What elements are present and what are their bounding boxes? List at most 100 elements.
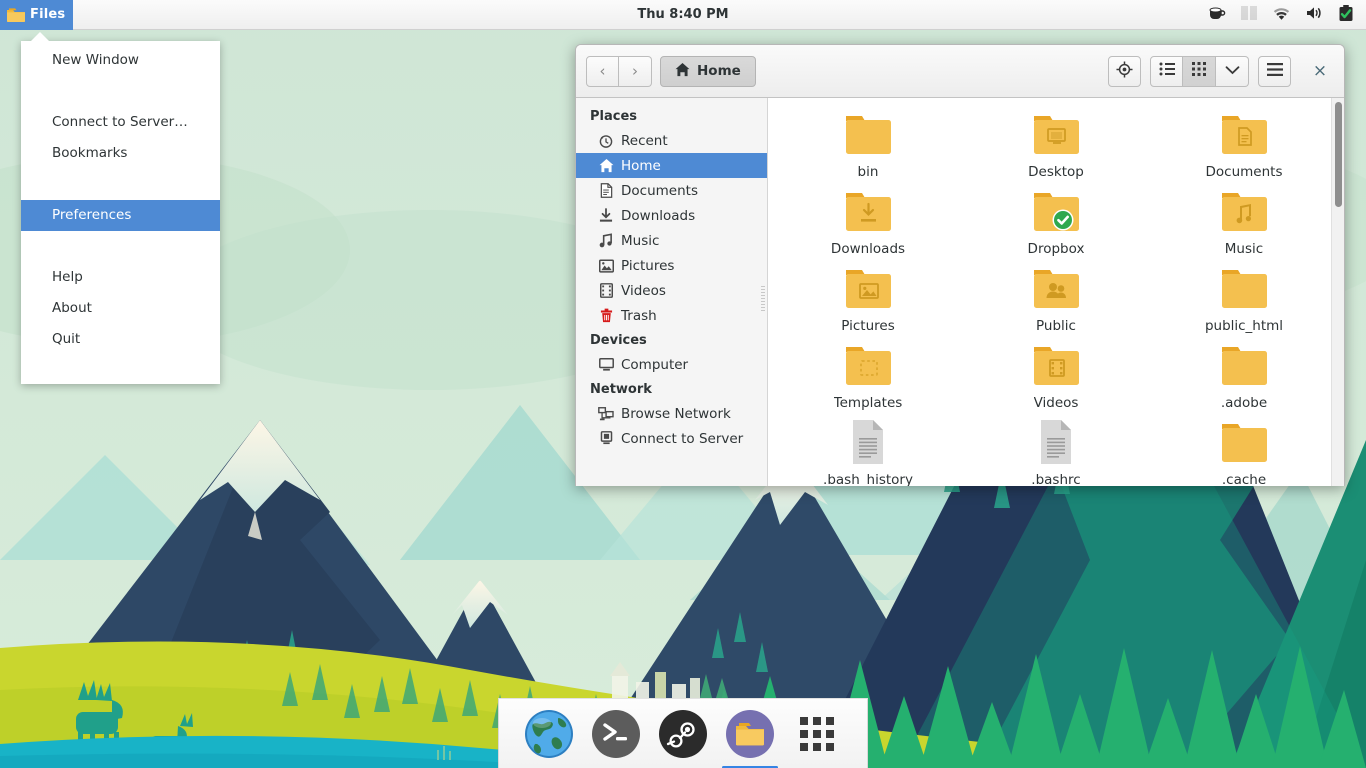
menu-item-connect-to-server[interactable]: Connect to Server… xyxy=(21,107,220,138)
file-name: .bash_history xyxy=(823,472,913,486)
document-icon xyxy=(598,183,614,199)
file-name: public_html xyxy=(1204,318,1284,334)
file-item[interactable]: bin xyxy=(774,110,962,187)
places-sidebar: Places Recent Home Documents Downloads M… xyxy=(576,98,768,486)
system-tray xyxy=(1208,0,1366,30)
menu-separator-3 xyxy=(21,231,220,262)
file-name: Public xyxy=(1036,318,1076,334)
sidebar-item-browse-network[interactable]: Browse Network xyxy=(576,401,767,426)
sync-check-badge-icon xyxy=(1052,209,1073,231)
menu-item-preferences[interactable]: Preferences xyxy=(21,200,220,231)
files-icon xyxy=(726,709,775,758)
battery-icon[interactable] xyxy=(1338,4,1354,26)
panel-app-button-files[interactable]: Files xyxy=(0,0,74,30)
sidebar-item-label: Downloads xyxy=(621,207,696,224)
sidebar-item-recent[interactable]: Recent xyxy=(576,128,767,153)
navigation-buttons: ‹ › xyxy=(586,55,652,87)
server-icon xyxy=(598,431,614,447)
file-item[interactable]: Music xyxy=(1150,187,1338,264)
menu-item-about[interactable]: About xyxy=(21,293,220,324)
sidebar-item-label: Documents xyxy=(621,182,698,199)
file-item[interactable]: Public xyxy=(962,264,1150,341)
computer-icon xyxy=(598,357,614,373)
sidebar-item-label: Browse Network xyxy=(621,405,731,422)
terminal-icon xyxy=(591,709,640,758)
file-name: Templates xyxy=(833,395,903,411)
file-item[interactable]: .bash_history xyxy=(774,418,962,486)
chevron-right-icon: › xyxy=(632,61,638,80)
folder-icon xyxy=(1217,264,1272,312)
menu-item-quit[interactable]: Quit xyxy=(21,324,220,355)
picture-icon xyxy=(598,258,614,274)
file-item[interactable]: Documents xyxy=(1150,110,1338,187)
sidebar-item-computer[interactable]: Computer xyxy=(576,352,767,377)
forward-button[interactable]: › xyxy=(619,55,652,87)
file-name: Pictures xyxy=(841,318,895,334)
wifi-icon[interactable] xyxy=(1272,5,1291,25)
file-name: Downloads xyxy=(830,241,906,257)
folder-icon xyxy=(841,264,896,312)
back-button[interactable]: ‹ xyxy=(586,55,619,87)
location-button[interactable] xyxy=(1108,55,1141,87)
dock-item-steam[interactable] xyxy=(658,709,707,758)
folder-icon xyxy=(1029,264,1084,312)
sidebar-item-downloads[interactable]: Downloads xyxy=(576,203,767,228)
sidebar-item-trash[interactable]: Trash xyxy=(576,303,767,328)
sidebar-section-network-title: Network xyxy=(590,382,652,397)
file-item[interactable]: Desktop xyxy=(962,110,1150,187)
close-icon: × xyxy=(1312,60,1328,81)
sidebar-item-label: Computer xyxy=(621,356,689,373)
view-options-button[interactable] xyxy=(1216,55,1249,87)
file-item[interactable]: .bashrc xyxy=(962,418,1150,486)
dock-item-web-browser[interactable] xyxy=(524,709,573,758)
folder-icon xyxy=(841,110,896,158)
list-view-button[interactable] xyxy=(1150,55,1183,87)
window-list-icon[interactable] xyxy=(1240,5,1258,25)
network-icon xyxy=(598,406,614,422)
folder-icon xyxy=(1029,187,1084,235)
file-item[interactable]: public_html xyxy=(1150,264,1338,341)
top-panel: Files Thu 8:40 PM xyxy=(0,0,1366,30)
breadcrumb-label: Home xyxy=(697,63,741,79)
close-window-button[interactable]: × xyxy=(1306,57,1334,85)
folder-icon xyxy=(1029,110,1084,158)
dock-item-files[interactable] xyxy=(722,709,779,768)
sidebar-resize-grip[interactable] xyxy=(761,286,765,312)
file-item[interactable]: Downloads xyxy=(774,187,962,264)
file-item[interactable]: Videos xyxy=(962,341,1150,418)
sidebar-item-music[interactable]: Music xyxy=(576,228,767,253)
sidebar-item-pictures[interactable]: Pictures xyxy=(576,253,767,278)
menu-item-bookmarks[interactable]: Bookmarks xyxy=(21,138,220,169)
folder-icon xyxy=(1029,341,1084,389)
grid-view-button[interactable] xyxy=(1183,55,1216,87)
sidebar-section-devices-title: Devices xyxy=(590,333,647,348)
file-item[interactable]: .adobe xyxy=(1150,341,1338,418)
vertical-scrollbar[interactable] xyxy=(1331,98,1344,486)
dock-item-app-grid[interactable] xyxy=(793,710,841,758)
sidebar-item-connect-to-server[interactable]: Connect to Server xyxy=(576,426,767,451)
folder-icon xyxy=(1217,110,1272,158)
sidebar-item-home[interactable]: Home xyxy=(576,153,767,178)
sidebar-item-label: Home xyxy=(621,157,661,174)
file-item[interactable]: Dropbox xyxy=(962,187,1150,264)
home-icon xyxy=(598,158,614,174)
panel-clock[interactable]: Thu 8:40 PM xyxy=(0,7,1366,22)
coffee-cup-icon[interactable] xyxy=(1208,4,1226,26)
file-list-view[interactable]: bin Desktop Documents Downloads Dropbox … xyxy=(768,98,1344,486)
file-name: bin xyxy=(857,164,879,180)
main-menu-button[interactable] xyxy=(1258,55,1291,87)
video-icon xyxy=(598,283,614,299)
file-item[interactable]: .cache xyxy=(1150,418,1338,486)
file-item[interactable]: Templates xyxy=(774,341,962,418)
menu-item-help[interactable]: Help xyxy=(21,262,220,293)
file-item[interactable]: Pictures xyxy=(774,264,962,341)
scrollbar-thumb[interactable] xyxy=(1335,102,1342,207)
breadcrumb-home-button[interactable]: Home xyxy=(660,55,756,87)
file-name: .bashrc xyxy=(1031,472,1081,486)
dock-item-terminal[interactable] xyxy=(591,709,640,758)
volume-icon[interactable] xyxy=(1305,5,1324,25)
trash-icon xyxy=(598,308,614,324)
menu-item-new-window[interactable]: New Window xyxy=(21,45,220,76)
sidebar-item-documents[interactable]: Documents xyxy=(576,178,767,203)
sidebar-item-videos[interactable]: Videos xyxy=(576,278,767,303)
